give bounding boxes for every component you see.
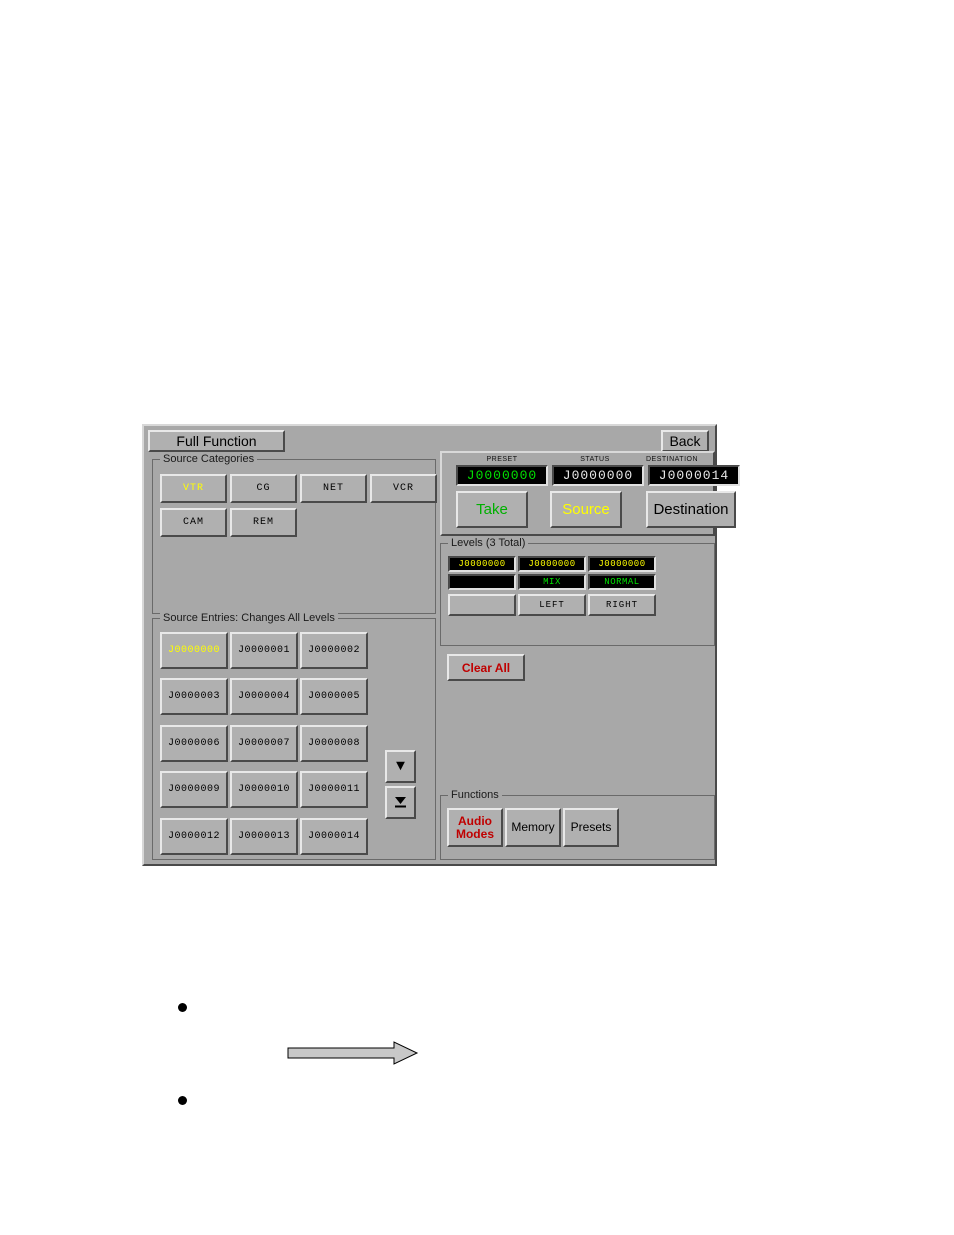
level-1-name: J0000000 (448, 556, 516, 572)
audio-modes-line2: Modes (455, 826, 494, 841)
readout-area: PRESET STATUS DESTINATION J0000000 J0000… (440, 451, 740, 536)
scroll-to-end-icon[interactable] (385, 786, 416, 819)
source-categories-group: Source Categories VTR CG NET VCR CAM REM (152, 453, 437, 614)
source-entry-9[interactable]: J0000009 (160, 771, 228, 808)
source-category-rem[interactable]: REM (230, 508, 297, 537)
preset-readout: J0000000 (456, 465, 548, 486)
level-3-mode: NORMAL (588, 574, 656, 590)
presets-button[interactable]: Presets (563, 808, 619, 847)
take-button[interactable]: Take (456, 491, 528, 528)
level-1-button[interactable] (448, 594, 516, 616)
levels-group: Levels (3 Total) J0000000 J0000000 MIX L… (440, 537, 715, 646)
destination-readout: J0000014 (648, 465, 740, 486)
source-entries-legend: Source Entries: Changes All Levels (160, 612, 338, 624)
arrow-graphic (287, 1041, 419, 1065)
source-entry-8[interactable]: J0000008 (300, 725, 368, 762)
functions-legend: Functions (448, 789, 502, 801)
level-2-button[interactable]: LEFT (518, 594, 586, 616)
source-entry-11[interactable]: J0000011 (300, 771, 368, 808)
bullet-point-2 (178, 1096, 187, 1105)
panel-title-button[interactable]: Full Function (148, 430, 285, 452)
level-1-mode (448, 574, 516, 590)
full-function-panel: Full Function Back Source Categories VTR… (142, 424, 740, 866)
source-entry-5[interactable]: J0000005 (300, 678, 368, 715)
source-button[interactable]: Source (550, 491, 622, 528)
source-entries-group: Source Entries: Changes All Levels J0000… (152, 612, 436, 860)
source-entry-7[interactable]: J0000007 (230, 725, 298, 762)
level-2-name: J0000000 (518, 556, 586, 572)
level-3-button[interactable]: RIGHT (588, 594, 656, 616)
source-entry-14[interactable]: J0000014 (300, 818, 368, 855)
source-category-vcr[interactable]: VCR (370, 474, 437, 503)
source-entry-10[interactable]: J0000010 (230, 771, 298, 808)
back-button[interactable]: Back (661, 430, 709, 452)
preset-label: PRESET (486, 456, 518, 463)
source-category-vtr[interactable]: VTR (160, 474, 227, 503)
source-entry-1[interactable]: J0000001 (230, 632, 298, 669)
source-entry-4[interactable]: J0000004 (230, 678, 298, 715)
level-2-mode: MIX (518, 574, 586, 590)
audio-modes-line1: Audio (458, 813, 492, 828)
status-readout: J0000000 (552, 465, 644, 486)
levels-legend: Levels (3 Total) (448, 537, 529, 549)
source-entry-2[interactable]: J0000002 (300, 632, 368, 669)
status-label: STATUS (580, 456, 610, 463)
destination-button[interactable]: Destination (646, 491, 736, 528)
destination-label: DESTINATION (645, 456, 699, 463)
clear-all-button[interactable]: Clear All (447, 654, 525, 681)
source-category-cg[interactable]: CG (230, 474, 297, 503)
source-categories-legend: Source Categories (160, 453, 258, 465)
source-entry-6[interactable]: J0000006 (160, 725, 228, 762)
source-entry-12[interactable]: J0000012 (160, 818, 228, 855)
audio-modes-button[interactable]: Audio Modes (447, 808, 503, 847)
source-category-net[interactable]: NET (300, 474, 367, 503)
source-category-cam[interactable]: CAM (160, 508, 227, 537)
level-3-name: J0000000 (588, 556, 656, 572)
source-entry-0[interactable]: J0000000 (160, 632, 228, 669)
scroll-end-glyph (395, 797, 406, 808)
source-entry-3[interactable]: J0000003 (160, 678, 228, 715)
memory-button[interactable]: Memory (505, 808, 561, 847)
scroll-down-icon[interactable]: ▼ (385, 750, 416, 783)
bullet-point-1 (178, 1003, 187, 1012)
source-entry-13[interactable]: J0000013 (230, 818, 298, 855)
